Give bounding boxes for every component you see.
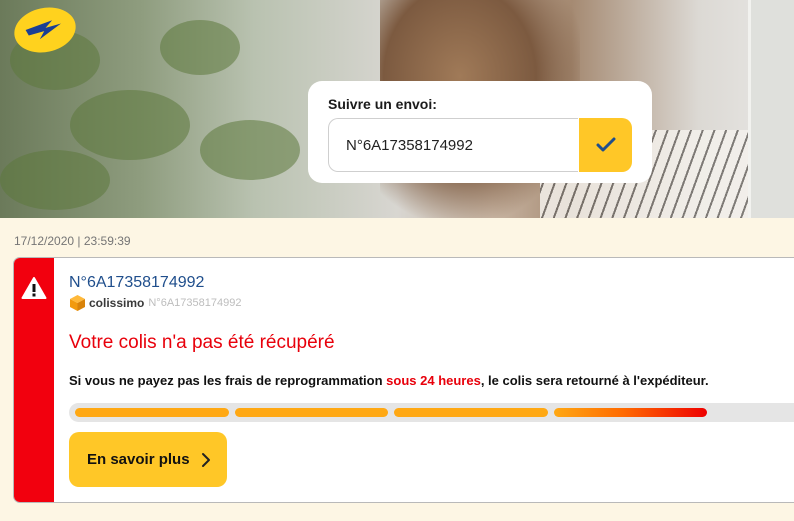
carrier-tracking-number: N°6A17358174992: [148, 297, 242, 309]
alert-message: Si vous ne payez pas les frais de reprog…: [69, 373, 709, 388]
tracking-result-card: N°6A17358174992 colissimo N°6A1735817499…: [14, 258, 794, 502]
alert-title: Votre colis n'a pas été récupéré: [69, 332, 335, 353]
carrier-name: colissimo: [89, 296, 145, 310]
tracking-submit-button[interactable]: [579, 118, 632, 172]
learn-more-button[interactable]: En savoir plus: [69, 432, 227, 487]
timestamp: 17/12/2020 | 23:59:39: [14, 234, 131, 248]
chevron-right-icon: [202, 453, 210, 467]
checkmark-icon: [596, 137, 616, 152]
warning-icon: [21, 277, 47, 299]
progress-step-3: [394, 408, 548, 417]
progress-step-2: [235, 408, 388, 417]
tracking-number-input[interactable]: [328, 118, 578, 172]
alert-message-end: , le colis sera retourné à l'expéditeur.: [480, 373, 709, 388]
tracking-form: Suivre un envoi:: [308, 81, 652, 183]
alert-deadline: sous 24 heures: [386, 373, 481, 388]
progress-step-4: [554, 408, 707, 417]
parcel-number[interactable]: N°6A17358174992: [69, 274, 204, 292]
tracking-label: Suivre un envoi:: [328, 96, 437, 112]
alert-strip: [14, 258, 54, 502]
progress-step-1: [75, 408, 229, 417]
progress-bar: [69, 403, 794, 422]
learn-more-label: En savoir plus: [87, 451, 190, 468]
package-box-icon: [70, 295, 85, 311]
alert-message-start: Si vous ne payez pas les frais de reprog…: [69, 373, 387, 388]
carrier-info: colissimo N°6A17358174992: [69, 294, 241, 312]
